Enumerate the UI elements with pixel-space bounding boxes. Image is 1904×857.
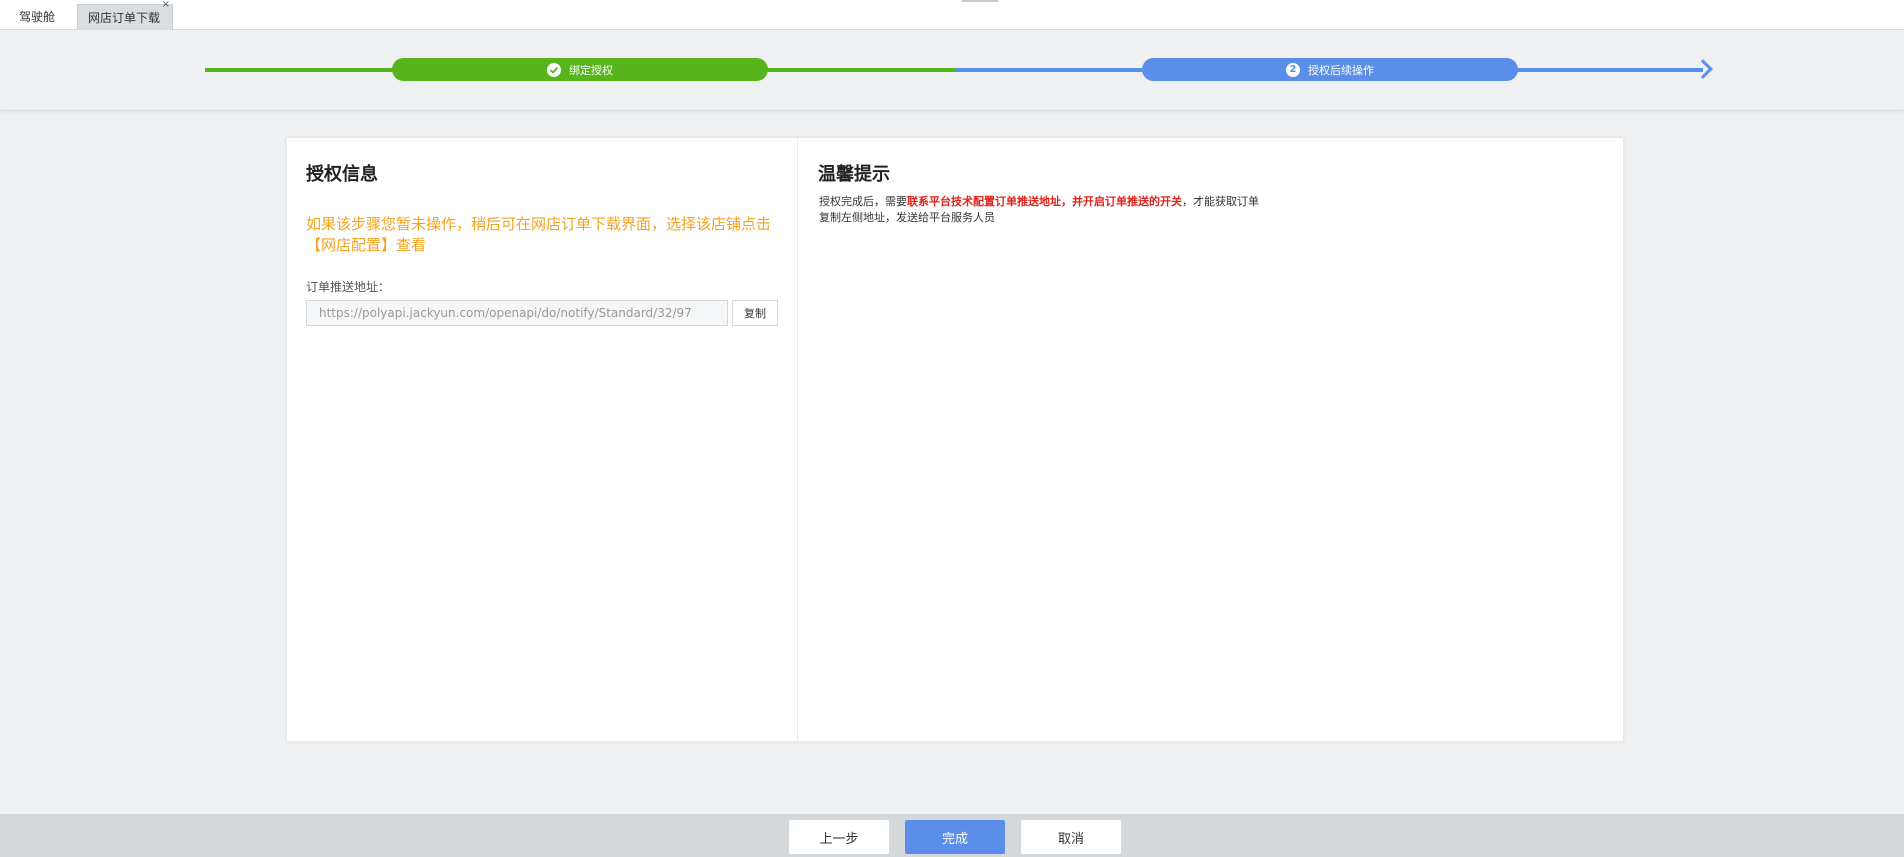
cancel-button[interactable]: 取消 xyxy=(1021,820,1121,854)
finish-button[interactable]: 完成 xyxy=(905,820,1005,854)
auth-info-pane: 授权信息 如果该步骤您暂未操作，稍后可在网店订单下载界面，选择该店铺点击【网店配… xyxy=(287,138,798,741)
tips-highlight-1: 联系平台技术配置订单推送地址 xyxy=(907,195,1061,208)
tips-text-part1: 授权完成后，需要 xyxy=(819,195,907,208)
tips-highlight-2: 并开启订单推送的开关 xyxy=(1072,195,1182,208)
close-icon[interactable]: × xyxy=(162,0,170,12)
drag-handle[interactable] xyxy=(962,0,998,2)
push-url-field[interactable] xyxy=(306,300,728,326)
arrow-right-icon xyxy=(1693,59,1713,79)
step-progress: 绑定授权 2 授权后续操作 xyxy=(0,31,1904,111)
step1-label: 绑定授权 xyxy=(569,63,613,77)
tips-line-2: 复制左侧地址，发送给平台服务人员 xyxy=(819,211,995,224)
copy-button[interactable]: 复制 xyxy=(732,300,778,326)
tips-text-part2: ，才能获取订单 xyxy=(1182,195,1259,208)
push-url-label: 订单推送地址： xyxy=(306,280,391,294)
tab-bar: 驾驶舱 网店订单下载 × xyxy=(0,0,1904,30)
tips-line-1: 授权完成后，需要联系平台技术配置订单推送地址，并开启订单推送的开关，才能获取订单 xyxy=(819,194,1319,210)
step-number-badge: 2 xyxy=(1286,62,1300,77)
tips-text: 授权完成后，需要联系平台技术配置订单推送地址，并开启订单推送的开关，才能获取订单… xyxy=(819,194,1319,226)
previous-step-button[interactable]: 上一步 xyxy=(789,820,889,854)
tips-pane: 温馨提示 授权完成后，需要联系平台技术配置订单推送地址，并开启订单推送的开关，才… xyxy=(799,138,1623,741)
tab-dashboard-label: 驾驶舱 xyxy=(19,10,56,24)
footer-bar: 上一步 完成 取消 xyxy=(0,814,1904,857)
tips-title: 温馨提示 xyxy=(818,164,890,185)
tips-separator: ， xyxy=(1061,195,1072,208)
tab-store-order-download[interactable]: 网店订单下载 × xyxy=(77,0,173,30)
auth-info-title: 授权信息 xyxy=(306,164,378,185)
tab-store-order-download-label: 网店订单下载 xyxy=(88,11,161,25)
step2-label: 授权后续操作 xyxy=(1308,63,1374,77)
step-bind-authorization: 绑定授权 xyxy=(392,58,768,81)
tab-dashboard[interactable]: 驾驶舱 xyxy=(8,4,66,30)
auth-warning-text: 如果该步骤您暂未操作，稍后可在网店订单下载界面，选择该店铺点击【网店配置】查看 xyxy=(306,215,772,254)
content-card: 授权信息 如果该步骤您暂未操作，稍后可在网店订单下载界面，选择该店铺点击【网店配… xyxy=(286,137,1624,742)
check-circle-icon xyxy=(547,62,561,77)
step-post-authorization: 2 授权后续操作 xyxy=(1142,58,1518,81)
